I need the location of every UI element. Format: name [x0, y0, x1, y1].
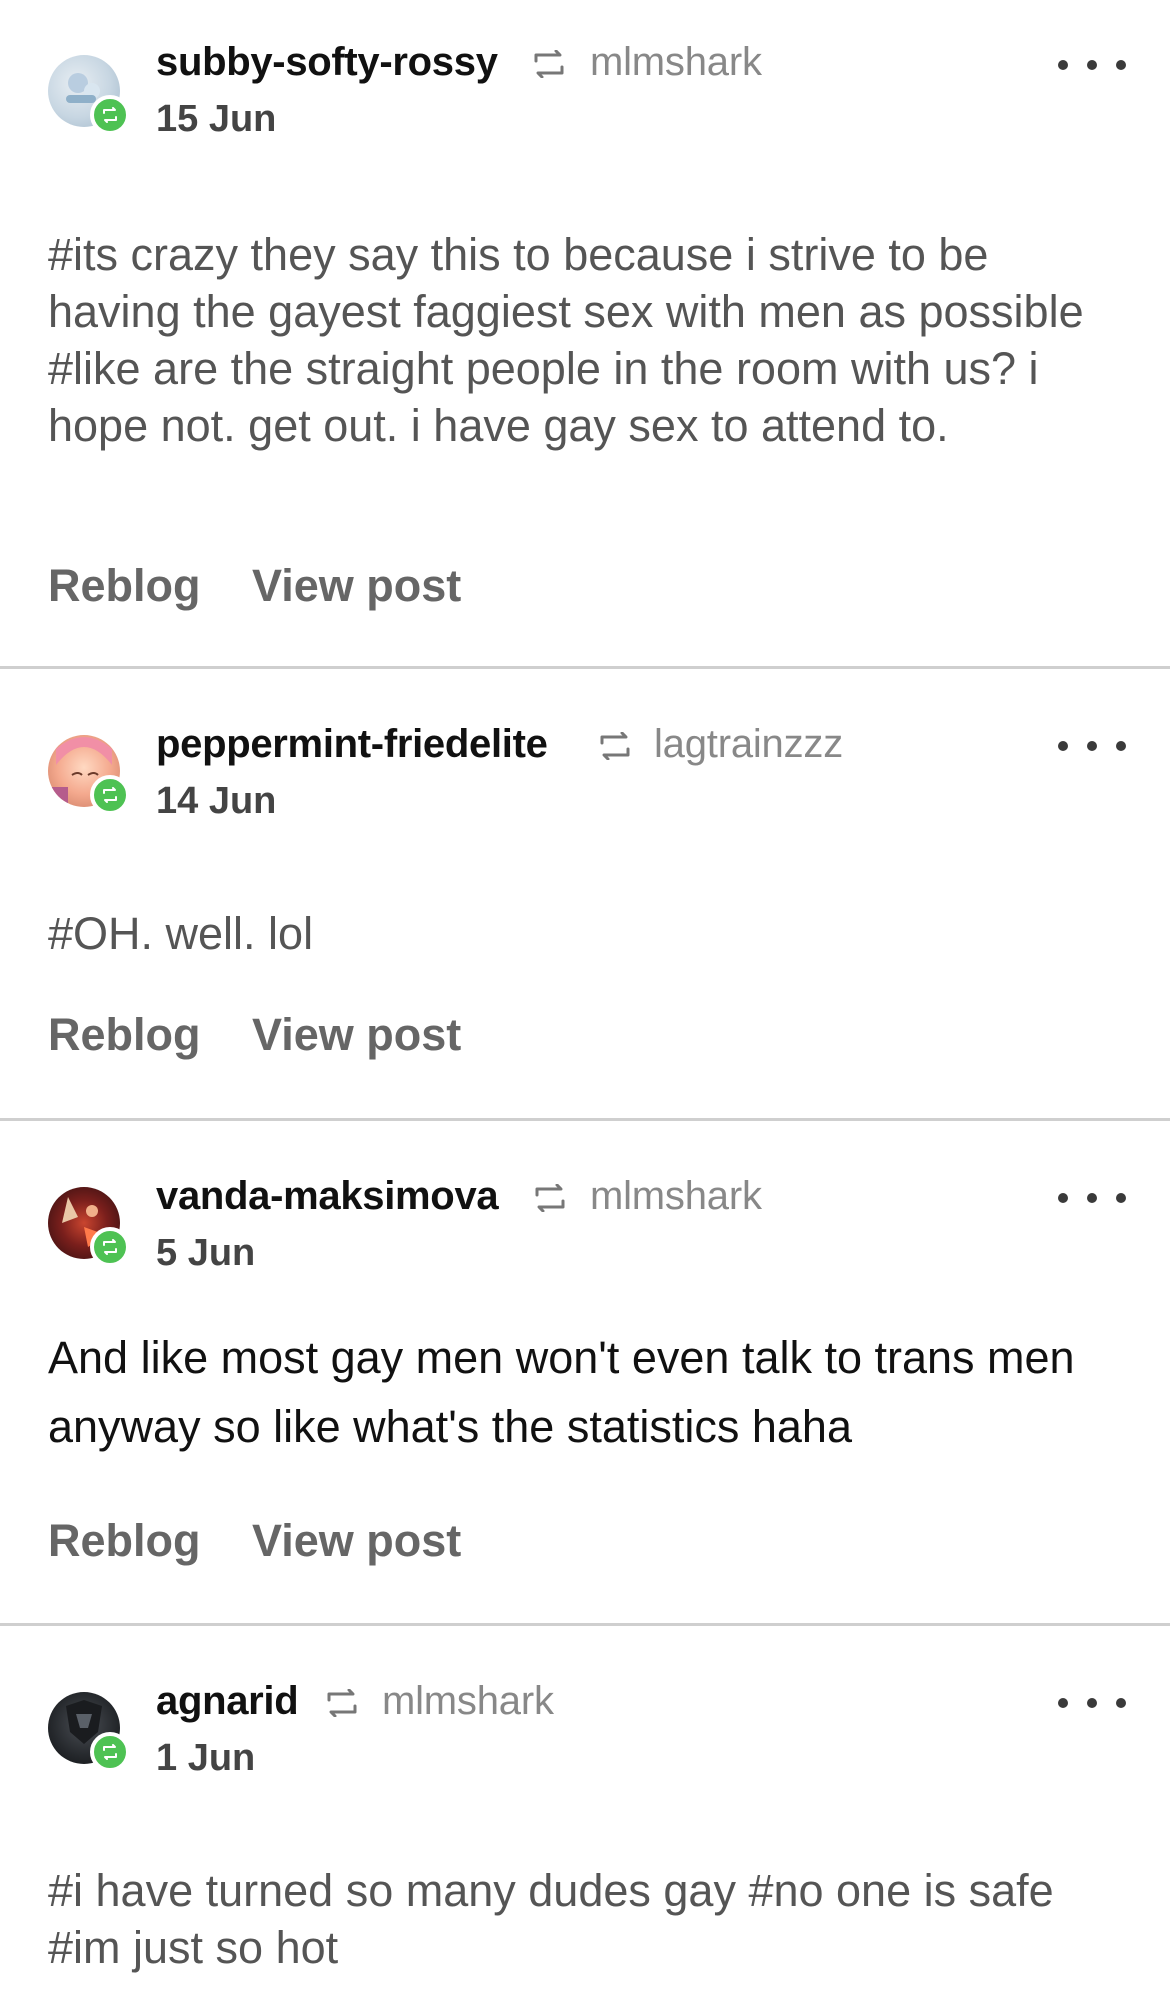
avatar[interactable]	[48, 55, 130, 135]
post-actions: Reblog View post	[48, 560, 548, 620]
view-post-button[interactable]: View post	[252, 1515, 461, 1567]
post-card: agnarid mlmshark 1 Jun #i have turned so…	[0, 1626, 1170, 2004]
post-card: vanda-maksimova mlmshark 5 Jun And like …	[0, 1121, 1170, 1625]
reblog-badge-icon	[90, 775, 130, 815]
post-username[interactable]: agnarid	[156, 1679, 299, 1724]
post-username[interactable]: peppermint-friedelite	[156, 722, 548, 767]
post-source[interactable]: mlmshark	[382, 1679, 554, 1724]
post-actions: Reblog View post	[48, 1009, 548, 1069]
post-card: peppermint-friedelite lagtrainzzz 14 Jun…	[0, 669, 1170, 1119]
post-tags: #i have turned so many dudes gay #no one…	[48, 1865, 1054, 1973]
reblog-button[interactable]: Reblog	[48, 560, 201, 612]
post-actions: Reblog View post	[48, 1515, 548, 1575]
post-date: 1 Jun	[156, 1737, 256, 1779]
more-options-button[interactable]	[1058, 1188, 1126, 1208]
post-tags: #OH. well. lol	[48, 908, 314, 959]
post-card: subby-softy-rossy mlmshark 15 Jun #its c…	[0, 0, 1170, 668]
more-options-button[interactable]	[1058, 736, 1126, 756]
reblog-button[interactable]: Reblog	[48, 1009, 201, 1061]
avatar[interactable]	[48, 1692, 130, 1772]
post-source[interactable]: mlmshark	[590, 40, 762, 85]
post-date: 14 Jun	[156, 780, 277, 822]
post-tags: #its crazy they say this to because i st…	[48, 229, 1084, 451]
post-text: And like most gay men won't even talk to…	[48, 1332, 1075, 1452]
reblog-badge-icon	[90, 95, 130, 135]
reblog-badge-icon	[90, 1227, 130, 1267]
reblog-icon	[600, 732, 630, 760]
post-source[interactable]: lagtrainzzz	[654, 722, 843, 767]
reblog-icon	[534, 50, 564, 78]
reblog-icon	[327, 1689, 357, 1717]
avatar[interactable]	[48, 1187, 130, 1267]
view-post-button[interactable]: View post	[252, 1009, 461, 1061]
view-post-button[interactable]: View post	[252, 560, 461, 612]
reblog-button[interactable]: Reblog	[48, 1515, 201, 1567]
more-options-button[interactable]	[1058, 55, 1126, 75]
post-username[interactable]: subby-softy-rossy	[156, 40, 498, 85]
reblog-badge-icon	[90, 1732, 130, 1772]
reblog-icon	[535, 1184, 565, 1212]
post-date: 15 Jun	[156, 98, 277, 140]
post-date: 5 Jun	[156, 1232, 256, 1274]
more-options-button[interactable]	[1058, 1693, 1126, 1713]
avatar[interactable]	[48, 735, 130, 815]
post-source[interactable]: mlmshark	[590, 1174, 762, 1219]
post-username[interactable]: vanda-maksimova	[156, 1174, 499, 1219]
